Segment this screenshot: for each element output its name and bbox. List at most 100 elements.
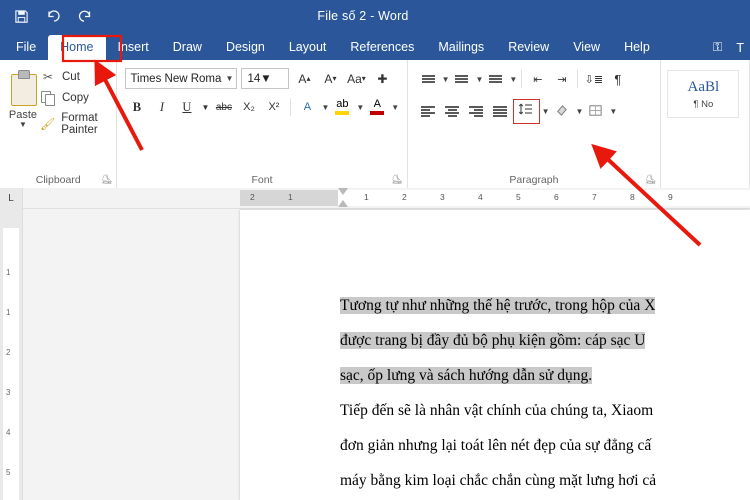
grow-font-button[interactable]: A ▴ — [293, 68, 315, 89]
tab-design[interactable]: Design — [214, 35, 277, 60]
justify-button[interactable] — [489, 101, 512, 123]
subscript-button[interactable]: X₂ — [237, 96, 260, 118]
tab-home[interactable]: Home — [48, 35, 106, 60]
font-color-button[interactable]: A — [366, 96, 388, 118]
numbering-button[interactable] — [450, 68, 473, 90]
ribbon: Paste ▼ ✂ Cut Copy 🖌 Format Painter Clip… — [0, 60, 750, 189]
font-name-input[interactable]: Times New Roma ▼ — [125, 68, 238, 89]
numbering-icon — [455, 74, 469, 85]
bullets-button[interactable] — [417, 68, 440, 90]
tab-review[interactable]: Review — [496, 35, 561, 60]
multilevel-list-button[interactable] — [484, 68, 507, 90]
ruler-tick-10: 9 — [668, 192, 673, 202]
document-line-5-text: đơn giản nhưng lại toát lên nét đẹp của … — [340, 437, 652, 454]
redo-icon[interactable] — [76, 7, 94, 25]
document-text[interactable]: Tương tự như những thế hệ trước, trong h… — [240, 210, 750, 498]
justify-icon — [493, 105, 508, 119]
scissors-icon: ✂ — [42, 70, 54, 84]
line-spacing-chevron-down-icon[interactable]: ▼ — [542, 107, 550, 116]
document-page[interactable]: Tương tự như những thế hệ trước, trong h… — [240, 210, 750, 500]
vertical-ruler[interactable]: 1 1 2 3 4 5 — [0, 208, 23, 500]
bullets-chevron-down-icon[interactable]: ▼ — [442, 75, 450, 84]
tab-view[interactable]: View — [561, 35, 612, 60]
align-center-button[interactable] — [441, 101, 464, 123]
underline-button[interactable]: U — [175, 96, 198, 118]
paragraph-divider-2 — [577, 70, 579, 88]
ruler-tick-9: 8 — [630, 192, 635, 202]
line-spacing-button[interactable] — [512, 99, 540, 124]
horizontal-ruler[interactable]: L 2 1 1 2 3 4 5 6 7 8 9 — [0, 188, 750, 209]
borders-chevron-down-icon[interactable]: ▼ — [609, 107, 617, 116]
paragraph-dialog-launcher[interactable]: ⛸ — [645, 174, 656, 185]
tab-references[interactable]: References — [338, 35, 426, 60]
shrink-font-button[interactable]: A ▾ — [319, 68, 341, 89]
multilevel-chevron-down-icon[interactable]: ▼ — [509, 75, 517, 84]
tab-bar-right: ⚿ T — [713, 40, 744, 55]
font-name-value: Times New Roma — [130, 72, 222, 85]
increase-indent-button[interactable]: ⇥ — [550, 68, 573, 90]
borders-button[interactable] — [584, 101, 607, 123]
tab-insert[interactable]: Insert — [106, 35, 161, 60]
italic-button[interactable]: I — [150, 96, 173, 118]
cut-button[interactable]: ✂ Cut — [40, 70, 110, 84]
vruler-tick-2: 2 — [6, 348, 11, 357]
document-line-6: máy bằng kim loại chắc chắn cùng mặt lưn… — [340, 463, 750, 498]
decrease-indent-button[interactable]: ⇤ — [526, 68, 549, 90]
align-left-button[interactable] — [417, 101, 440, 123]
quick-access-toolbar[interactable] — [8, 7, 94, 25]
ruler-tick-5: 4 — [478, 192, 483, 202]
first-line-indent-marker[interactable] — [338, 188, 348, 195]
tab-help[interactable]: Help — [612, 35, 662, 60]
show-marks-button[interactable]: ¶ — [606, 68, 629, 90]
word-window: File số 2 - Word File Home Insert Draw D… — [0, 0, 750, 500]
paragraph-group-label: Paragraph — [509, 174, 559, 186]
tab-draw[interactable]: Draw — [161, 35, 214, 60]
font-size-input[interactable]: 14 ▼ — [241, 68, 290, 89]
paste-caret-icon[interactable]: ▼ — [19, 121, 27, 129]
highlight-chevron-down-icon[interactable]: ▼ — [356, 103, 364, 112]
document-line-6-text: máy bằng kim loại chắc chắn cùng mặt lưn… — [340, 472, 657, 489]
style-sample-text: AaBl — [687, 78, 720, 95]
shading-chevron-down-icon[interactable]: ▼ — [575, 107, 583, 116]
font-color-chevron-down-icon[interactable]: ▼ — [391, 103, 399, 112]
font-size-chevron-down-icon[interactable]: ▼ — [260, 73, 271, 85]
selection-gap — [680, 388, 750, 418]
shading-button[interactable] — [550, 101, 573, 123]
align-right-button[interactable] — [465, 101, 488, 123]
paste-button[interactable]: Paste ▼ — [6, 64, 40, 188]
copy-button[interactable]: Copy — [40, 91, 110, 106]
document-work-area: L 2 1 1 2 3 4 5 6 7 8 9 1 1 2 3 4 5 Tươn… — [0, 188, 750, 500]
sort-button[interactable]: ⇩≣ — [582, 68, 605, 90]
save-icon[interactable] — [12, 7, 30, 25]
numbering-chevron-down-icon[interactable]: ▼ — [475, 75, 483, 84]
font-dialog-launcher[interactable]: ⛸ — [391, 174, 402, 185]
change-case-button[interactable]: Aa ▾ — [345, 68, 367, 89]
font-name-chevron-down-icon[interactable]: ▼ — [226, 74, 234, 83]
strikethrough-button[interactable]: abc — [212, 96, 235, 118]
tell-me-icon[interactable]: ⚿ — [713, 40, 723, 55]
bold-button[interactable]: B — [125, 96, 148, 118]
text-effects-chevron-down-icon[interactable]: ▼ — [321, 103, 329, 112]
vruler-tick-4: 4 — [6, 428, 11, 437]
share-label[interactable]: T — [736, 41, 744, 55]
tab-mailings[interactable]: Mailings — [426, 35, 496, 60]
highlight-color-bar — [335, 111, 350, 115]
ruler-ticks: 2 1 1 2 3 4 5 6 7 8 9 — [240, 189, 750, 207]
tab-file[interactable]: File — [4, 35, 48, 60]
tab-layout[interactable]: Layout — [277, 35, 339, 60]
style-normal[interactable]: AaBl ¶ No — [667, 70, 740, 118]
document-line-5: đơn giản nhưng lại toát lên nét đẹp của … — [340, 428, 750, 463]
highlight-color-button[interactable]: ab — [331, 96, 353, 118]
style-name: ¶ No — [693, 98, 714, 110]
clear-formatting-icon[interactable]: ✚ — [371, 68, 393, 89]
bullets-icon — [421, 74, 435, 85]
superscript-button[interactable]: X² — [262, 96, 285, 118]
format-painter-button[interactable]: 🖌 Format Painter — [40, 112, 110, 136]
text-effects-button[interactable]: A — [296, 96, 318, 118]
undo-icon[interactable] — [44, 7, 62, 25]
tab-stop-selector[interactable]: L — [0, 188, 23, 208]
underline-chevron-down-icon[interactable]: ▼ — [200, 96, 210, 118]
hanging-indent-marker[interactable] — [338, 200, 348, 207]
document-line-3-text: sạc, ốp lưng và sách hướng dẫn sử dụng. — [340, 367, 593, 384]
clipboard-dialog-launcher[interactable]: ⛸ — [101, 174, 112, 185]
